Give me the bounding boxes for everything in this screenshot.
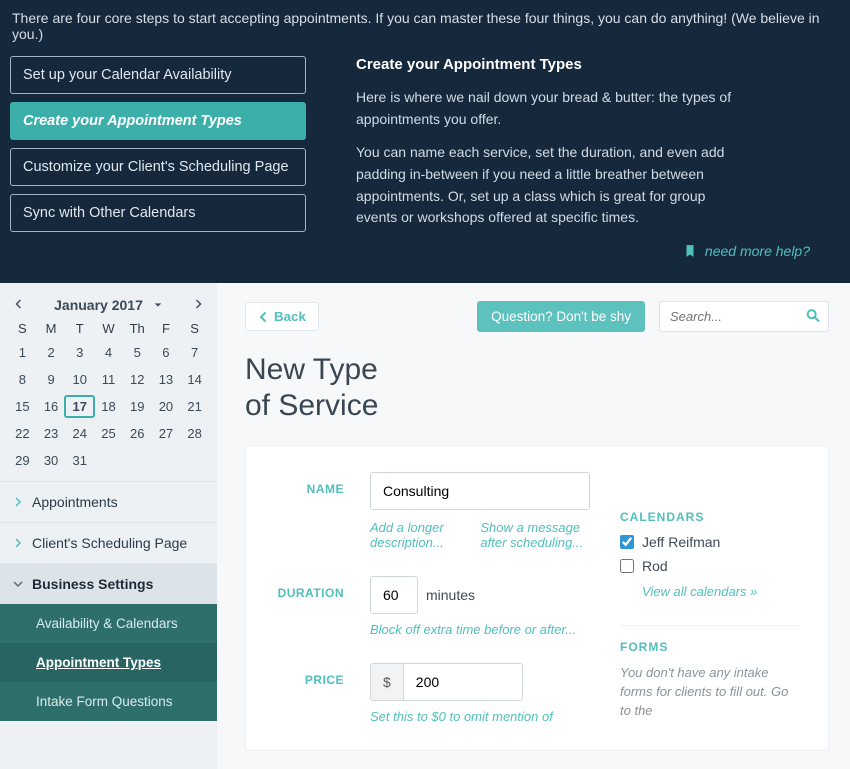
price-label: PRICE: [274, 663, 344, 687]
sidebar-item-label: Business Settings: [32, 576, 153, 592]
subnav-appointment-types[interactable]: Appointment Types: [0, 643, 217, 682]
cal-day[interactable]: 17: [65, 396, 94, 417]
cal-prev[interactable]: [8, 297, 30, 313]
need-more-help-text: need more help?: [705, 243, 810, 259]
calendar-grid: SMTWThFS12345678910111213141516171819202…: [8, 321, 209, 471]
chevron-right-icon: [192, 298, 204, 310]
calendar-checkbox-rod[interactable]: Rod: [620, 558, 800, 574]
cal-title[interactable]: January 2017: [54, 297, 163, 313]
subnav-intake-form-questions[interactable]: Intake Form Questions: [0, 682, 217, 721]
cal-day[interactable]: 10: [65, 369, 94, 390]
name-input[interactable]: [370, 472, 590, 510]
duration-input[interactable]: [370, 576, 418, 614]
calendar-checkbox-jeff[interactable]: Jeff Reifman: [620, 534, 800, 550]
cal-day[interactable]: 6: [152, 342, 181, 363]
cal-day[interactable]: 21: [180, 396, 209, 417]
calendar-name: Jeff Reifman: [642, 534, 720, 550]
cal-dow: F: [152, 321, 181, 336]
minutes-label: minutes: [426, 587, 475, 603]
cal-day[interactable]: 18: [94, 396, 123, 417]
calendar-name: Rod: [642, 558, 668, 574]
cal-day[interactable]: 14: [180, 369, 209, 390]
forms-empty-text: You don't have any intake forms for clie…: [620, 664, 800, 721]
checkbox-input[interactable]: [620, 559, 634, 573]
hero-right-title: Create your Appointment Types: [356, 56, 810, 73]
price-input[interactable]: [403, 663, 523, 701]
cal-dow: S: [8, 321, 37, 336]
cal-day[interactable]: 26: [123, 423, 152, 444]
sidebar-item-label: Client's Scheduling Page: [32, 535, 187, 551]
sidebar-item-appointments[interactable]: Appointments: [0, 481, 217, 522]
question-button[interactable]: Question? Don't be shy: [477, 301, 645, 332]
currency-prefix: $: [370, 663, 403, 701]
cal-day[interactable]: 1: [8, 342, 37, 363]
cal-next[interactable]: [187, 297, 209, 313]
chevron-right-icon: [12, 496, 24, 508]
cal-day[interactable]: 29: [8, 450, 37, 471]
cal-day[interactable]: 27: [152, 423, 181, 444]
cal-day[interactable]: 28: [180, 423, 209, 444]
cal-title-text: January 2017: [54, 297, 143, 313]
cal-day[interactable]: 30: [37, 450, 66, 471]
block-off-time-link[interactable]: Block off extra time before or after...: [370, 622, 576, 637]
sidebar-item-label: Appointments: [32, 494, 118, 510]
cal-dow: M: [37, 321, 66, 336]
checkbox-input[interactable]: [620, 535, 634, 549]
sidebar-item-client-scheduling[interactable]: Client's Scheduling Page: [0, 522, 217, 563]
hero-right-p2: You can name each service, set the durat…: [356, 142, 736, 229]
cal-day[interactable]: 23: [37, 423, 66, 444]
cal-day[interactable]: 25: [94, 423, 123, 444]
sidebar-item-business-settings[interactable]: Business Settings: [0, 563, 217, 604]
forms-heading: FORMS: [620, 625, 800, 654]
step-appointment-types[interactable]: Create your Appointment Types: [10, 102, 306, 140]
search-input[interactable]: [659, 301, 829, 332]
cal-day[interactable]: 4: [94, 342, 123, 363]
cal-day[interactable]: 9: [37, 369, 66, 390]
add-description-link[interactable]: Add a longer description...: [370, 520, 450, 550]
hero-right-p1: Here is where we nail down your bread & …: [356, 87, 736, 130]
cal-day[interactable]: 8: [8, 369, 37, 390]
name-label: NAME: [274, 472, 344, 496]
cal-day[interactable]: 20: [152, 396, 181, 417]
cal-day[interactable]: 5: [123, 342, 152, 363]
cal-day[interactable]: 24: [65, 423, 94, 444]
chevron-left-icon: [258, 311, 270, 323]
step-calendar-availability[interactable]: Set up your Calendar Availability: [10, 56, 306, 94]
calendars-heading: CALENDARS: [620, 510, 800, 524]
cal-day[interactable]: 19: [123, 396, 152, 417]
cal-day[interactable]: 16: [37, 396, 66, 417]
chevron-down-icon: [12, 578, 24, 590]
cal-dow: S: [180, 321, 209, 336]
cal-dow: W: [94, 321, 123, 336]
bookmark-icon: [683, 244, 697, 258]
cal-day[interactable]: 3: [65, 342, 94, 363]
cal-day[interactable]: 12: [123, 369, 152, 390]
chevron-left-icon: [13, 298, 25, 310]
cal-dow: T: [65, 321, 94, 336]
caret-down-icon: [153, 300, 163, 310]
cal-day[interactable]: 7: [180, 342, 209, 363]
back-button-label: Back: [274, 309, 306, 324]
step-sync-calendars[interactable]: Sync with Other Calendars: [10, 194, 306, 232]
view-all-calendars-link[interactable]: View all calendars »: [642, 584, 757, 599]
chevron-right-icon: [12, 537, 24, 549]
cal-day[interactable]: 13: [152, 369, 181, 390]
search-icon[interactable]: [805, 307, 821, 326]
cal-day[interactable]: 31: [65, 450, 94, 471]
cal-dow: Th: [123, 321, 152, 336]
duration-label: DURATION: [274, 576, 344, 600]
hero-intro: There are four core steps to start accep…: [12, 10, 840, 42]
page-title: New Type of Service: [245, 352, 829, 423]
hero-steps-list: Set up your Calendar Availability Create…: [10, 56, 306, 259]
cal-day[interactable]: 2: [37, 342, 66, 363]
cal-day[interactable]: 11: [94, 369, 123, 390]
back-button[interactable]: Back: [245, 302, 319, 331]
cal-day[interactable]: 22: [8, 423, 37, 444]
cal-day[interactable]: 15: [8, 396, 37, 417]
need-more-help-link[interactable]: need more help?: [356, 243, 810, 259]
subnav-availability-calendars[interactable]: Availability & Calendars: [0, 604, 217, 643]
price-hint: Set this to $0 to omit mention of: [370, 709, 590, 724]
step-client-scheduling-page[interactable]: Customize your Client's Scheduling Page: [10, 148, 306, 186]
show-message-link[interactable]: Show a message after scheduling...: [480, 520, 590, 550]
